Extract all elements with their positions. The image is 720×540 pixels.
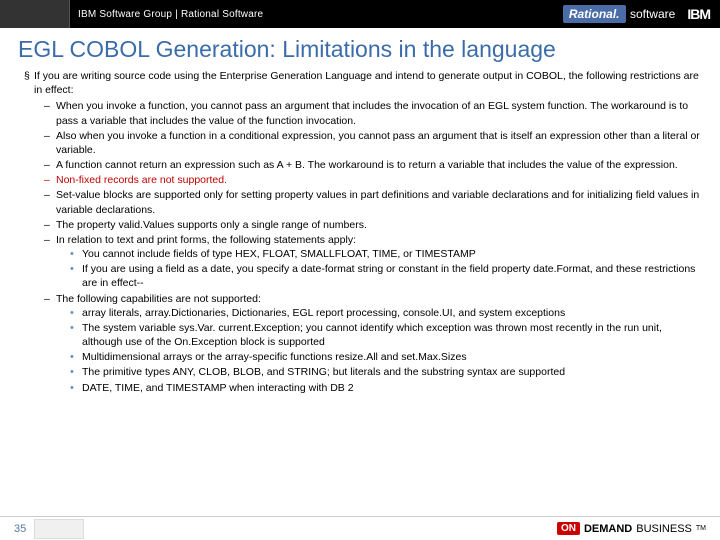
sub-list: array literals, array.Dictionaries, Dict… [56,306,700,395]
restriction-item: Also when you invoke a function in a con… [44,129,700,157]
rational-badge-group: Rational. software [563,5,675,23]
sub-item: If you are using a field as a date, you … [70,262,700,290]
footer-tab [34,519,84,539]
restriction-item: Non-fixed records are not supported. [44,173,700,187]
restriction-text: When you invoke a function, you cannot p… [56,100,688,126]
restriction-item: The following capabilities are not suppo… [44,292,700,395]
header-tab [0,0,70,28]
header-right: Rational. software IBM [563,5,710,23]
page-number: 35 [14,523,26,535]
restriction-text: Non-fixed records are not supported. [56,174,227,186]
on-badge: ON [557,522,580,535]
sub-item: The primitive types ANY, CLOB, BLOB, and… [70,365,700,379]
software-text: software [630,7,675,21]
footer-left: 35 [14,519,84,539]
restriction-text: Also when you invoke a function in a con… [56,130,700,156]
restriction-item: The property valid.Values supports only … [44,218,700,232]
rational-badge: Rational. [563,5,626,23]
restriction-list: When you invoke a function, you cannot p… [24,99,700,394]
header-left: IBM Software Group | Rational Software [0,0,263,28]
footer-right: ON DEMAND BUSINESS TM [557,522,706,535]
business-text: BUSINESS [636,523,692,535]
restriction-text: The following capabilities are not suppo… [56,293,261,305]
ibm-logo: IBM [687,6,710,22]
demand-text: DEMAND [584,523,632,535]
header-group-text: IBM Software Group | Rational Software [78,9,263,20]
restriction-text: The property valid.Values supports only … [56,219,367,231]
intro-bullet: § [24,69,34,97]
header-bar: IBM Software Group | Rational Software R… [0,0,720,28]
tm-text: TM [696,525,706,532]
restriction-text: A function cannot return an expression s… [56,159,678,171]
sub-item: Multidimensional arrays or the array-spe… [70,350,700,364]
slide-title: EGL COBOL Generation: Limitations in the… [0,28,720,69]
restriction-item: When you invoke a function, you cannot p… [44,99,700,127]
intro-row: § If you are writing source code using t… [24,69,700,97]
footer-bar: 35 ON DEMAND BUSINESS TM [0,516,720,540]
sub-item: The system variable sys.Var. current.Exc… [70,321,700,349]
intro-text: If you are writing source code using the… [34,69,700,97]
restriction-text: In relation to text and print forms, the… [56,234,356,246]
restriction-item: In relation to text and print forms, the… [44,233,700,291]
sub-item: DATE, TIME, and TIMESTAMP when interacti… [70,381,700,395]
sub-list: You cannot include fields of type HEX, F… [56,247,700,291]
restriction-item: Set-value blocks are supported only for … [44,188,700,216]
restriction-text: Set-value blocks are supported only for … [56,189,699,215]
sub-item: array literals, array.Dictionaries, Dict… [70,306,700,320]
content-area: § If you are writing source code using t… [0,69,720,395]
restriction-item: A function cannot return an expression s… [44,158,700,172]
sub-item: You cannot include fields of type HEX, F… [70,247,700,261]
